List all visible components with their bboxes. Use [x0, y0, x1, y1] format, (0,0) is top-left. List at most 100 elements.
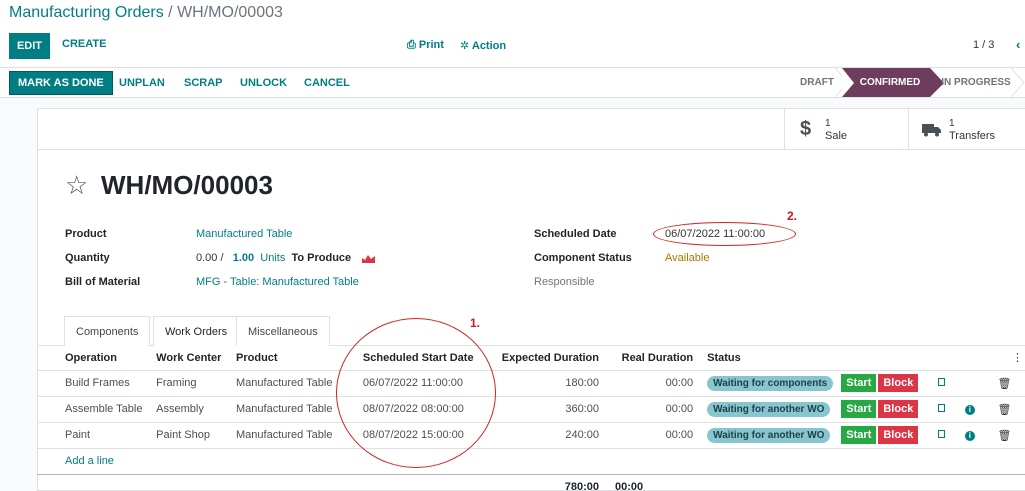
status-badge: Waiting for components: [707, 375, 834, 391]
total-real-duration: 00:00: [614, 481, 644, 491]
start-button[interactable]: Start: [841, 374, 877, 392]
column-header[interactable]: Expected Duration: [488, 346, 605, 371]
sale-label: Sale: [825, 130, 848, 142]
bom-label: Bill of Material: [65, 276, 141, 288]
status-bar: MARK AS DONE UNPLAN SCRAP UNLOCK CANCEL …: [0, 67, 1025, 98]
create-button[interactable]: CREATE: [62, 38, 106, 50]
status-badge: Waiting for another WO: [707, 401, 831, 417]
breadcrumb-separator: /: [163, 4, 178, 21]
gear-icon: ✲: [460, 40, 472, 52]
work-center-cell: Framing: [156, 370, 237, 397]
quantity-separator: /: [217, 252, 227, 264]
smart-button-transfers[interactable]: 1 Transfers: [908, 109, 1025, 149]
quantity-suffix: To Produce: [291, 252, 352, 264]
unplan-button[interactable]: UNPLAN: [119, 77, 165, 89]
real-duration-cell: 00:00: [604, 422, 700, 449]
print-button[interactable]: ⎙ Print: [407, 39, 444, 52]
quantity-label: Quantity: [65, 252, 110, 264]
real-duration-cell: 00:00: [604, 396, 700, 423]
block-button[interactable]: Block: [878, 374, 919, 392]
quantity-unit: Units: [260, 252, 286, 264]
annotation-circle-scheduled-date: [653, 222, 796, 246]
divider: [38, 149, 1025, 150]
annotation-circle-start-dates: [336, 318, 496, 468]
trash-icon[interactable]: 🗑: [997, 404, 1011, 416]
expected-duration-cell: 240:00: [488, 422, 605, 449]
component-status-label: Component Status: [534, 252, 632, 264]
breadcrumb-current: WH/MO/00003: [177, 4, 283, 21]
quantity-total: 1.00: [232, 252, 255, 264]
product-label: Product: [65, 228, 107, 240]
record-title: WH/MO/00003: [101, 170, 273, 200]
info-icon[interactable]: i: [964, 431, 975, 441]
add-line-row: Add a line: [37, 448, 1025, 475]
control-panel: Manufacturing Orders / WH/MO/00003 EDIT …: [0, 0, 1025, 66]
unlock-button[interactable]: UNLOCK: [240, 77, 287, 89]
tab-miscellaneous[interactable]: Miscellaneous: [236, 316, 330, 346]
table-row[interactable]: Paint Paint Shop Manufactured Table 08/0…: [37, 422, 1025, 449]
column-header[interactable]: Real Duration: [604, 346, 700, 371]
annotation-label-2: 2.: [787, 209, 798, 223]
dollar-icon: $: [800, 118, 812, 140]
star-icon[interactable]: ☆: [65, 170, 88, 201]
print-label: Print: [418, 39, 444, 51]
notebook-tabs: Components Work Orders Miscellaneous: [37, 316, 1025, 347]
real-duration-cell: 00:00: [604, 370, 700, 397]
stage-confirmed[interactable]: CONFIRMED: [842, 68, 944, 97]
stage-in-progress[interactable]: IN PROGRESS: [940, 68, 1012, 97]
action-button[interactable]: ✲ Action: [460, 39, 506, 52]
chevron-left-icon[interactable]: ‹: [1016, 37, 1020, 52]
quantity-done: 0.00: [196, 252, 218, 264]
block-button[interactable]: Block: [878, 426, 919, 444]
operation-cell: Assemble Table: [37, 396, 157, 423]
product-value[interactable]: Manufactured Table: [196, 228, 292, 240]
breadcrumb-parent[interactable]: Manufacturing Orders: [9, 4, 164, 21]
action-label: Action: [471, 40, 507, 52]
work-center-cell: Paint Shop: [156, 422, 237, 449]
sale-count: 1: [825, 118, 831, 129]
table-row[interactable]: Assemble Table Assembly Manufactured Tab…: [37, 396, 1025, 423]
tablet-icon[interactable]: [938, 430, 946, 438]
cancel-button[interactable]: CANCEL: [304, 77, 350, 89]
info-icon[interactable]: i: [964, 405, 975, 415]
tablet-icon[interactable]: [938, 378, 946, 386]
smart-button-sale[interactable]: $ 1 Sale: [784, 109, 908, 149]
truck-icon: [922, 124, 941, 137]
table-row[interactable]: Build Frames Framing Manufactured Table …: [37, 370, 1025, 397]
pager-value[interactable]: 1 / 3: [973, 39, 994, 51]
trash-icon[interactable]: 🗑: [997, 378, 1011, 390]
scheduled-date-label: Scheduled Date: [534, 228, 617, 240]
operation-cell: Build Frames: [37, 370, 157, 397]
print-icon: ⎙: [407, 39, 419, 51]
area-chart-icon[interactable]: [362, 254, 376, 263]
operation-cell: Paint: [37, 422, 157, 449]
quantity-field: 0.00 / 1.00 Units To Produce: [196, 252, 376, 264]
mark-as-done-button[interactable]: MARK AS DONE: [9, 71, 113, 95]
totals-row: 780:00 00:00: [37, 474, 1025, 491]
product-cell: Manufactured Table: [236, 396, 347, 423]
bom-value[interactable]: MFG - Table: Manufactured Table: [196, 276, 359, 288]
product-cell: Manufactured Table: [236, 370, 347, 397]
scrap-button[interactable]: SCRAP: [184, 77, 223, 89]
table-header-row: Operation Work Center Product Scheduled …: [37, 346, 1025, 371]
edit-button[interactable]: EDIT: [9, 33, 50, 59]
tab-components[interactable]: Components: [64, 316, 151, 346]
breadcrumb: Manufacturing Orders / WH/MO/00003: [9, 4, 283, 22]
start-button[interactable]: Start: [841, 426, 877, 444]
column-header[interactable]: Operation: [37, 346, 157, 371]
stage-separator-icon: [1011, 68, 1025, 97]
work-center-cell: Assembly: [156, 396, 237, 423]
column-header[interactable]: Status: [699, 346, 842, 371]
column-header[interactable]: Work Center: [156, 346, 237, 371]
transfers-count: 1: [949, 118, 955, 129]
add-a-line-link[interactable]: Add a line: [65, 455, 114, 467]
tablet-icon[interactable]: [938, 404, 946, 412]
column-header[interactable]: Product: [236, 346, 347, 371]
product-cell: Manufactured Table: [236, 422, 347, 449]
expected-duration-cell: 180:00: [488, 370, 605, 397]
trash-icon[interactable]: 🗑: [997, 430, 1011, 442]
block-button[interactable]: Block: [878, 400, 919, 418]
tab-work-orders[interactable]: Work Orders: [153, 316, 240, 347]
annotation-label-1: 1.: [470, 316, 481, 330]
start-button[interactable]: Start: [841, 400, 877, 418]
